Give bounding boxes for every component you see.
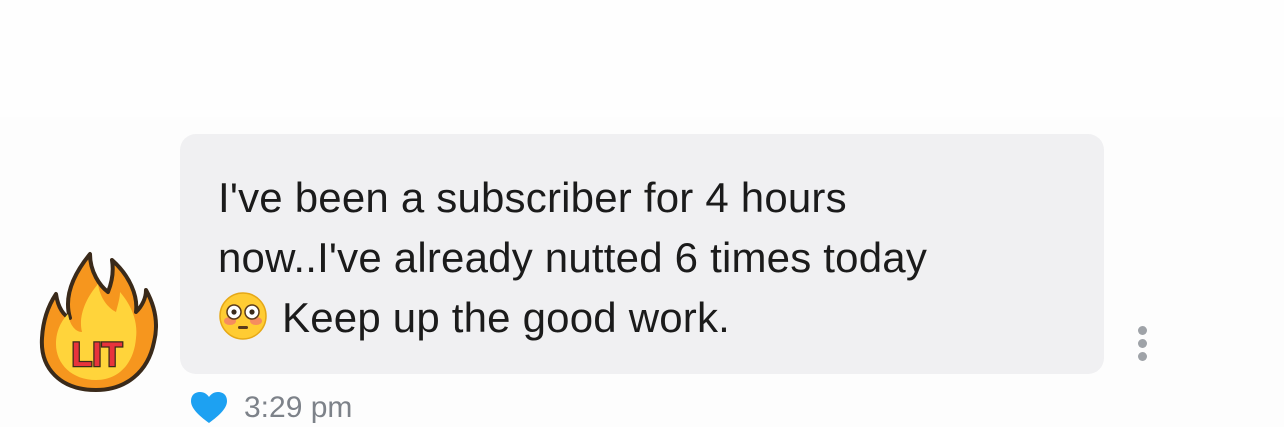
top-area (0, 0, 1284, 117)
message-line-1: I've been a subscriber for 4 hours (218, 174, 847, 221)
message-timestamp: 3:29 pm (244, 391, 353, 424)
flushed-face-icon (218, 291, 268, 341)
message-bubble[interactable]: I've been a subscriber for 4 hours now..… (180, 134, 1104, 374)
avatar-label: LIT (72, 336, 123, 374)
more-dot (1137, 352, 1147, 361)
more-options-icon[interactable] (1132, 326, 1152, 364)
message-line-3-text: Keep up the good work. (282, 294, 731, 341)
heart-icon[interactable] (190, 391, 228, 425)
message-text: I've been a subscriber for 4 hours now..… (218, 168, 1074, 348)
more-dot (1137, 339, 1147, 348)
message-line-3: Keep up the good work. (218, 288, 1074, 348)
message-footer: 3:29 pm (190, 388, 352, 428)
message-line-2: now..I've already nutted 6 times today (218, 234, 928, 281)
lit-fire-icon[interactable]: LIT (34, 246, 158, 392)
more-dot (1137, 326, 1147, 335)
